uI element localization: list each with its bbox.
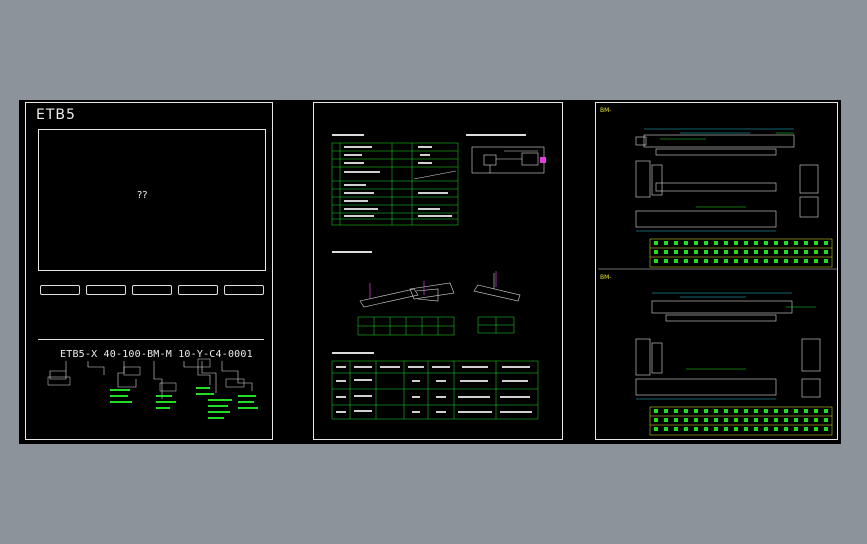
drawing-title-2: BM- [600, 274, 611, 281]
sheet-specifications [313, 102, 563, 440]
drawing-title-1: BM- [600, 107, 611, 114]
spec-drawings [331, 134, 546, 420]
cad-viewport[interactable]: ETB5 ?? ETB5-X 40-100-BM-M 10-Y-C4-0001 [19, 100, 841, 444]
dimension-drawings: BM- BM- [598, 107, 837, 436]
sheet-overview: ETB5 ?? ETB5-X 40-100-BM-M 10-Y-C4-0001 [25, 102, 273, 440]
model-code-callouts [47, 358, 258, 419]
sheet-dimension-drawings: BM- BM- [595, 102, 838, 440]
